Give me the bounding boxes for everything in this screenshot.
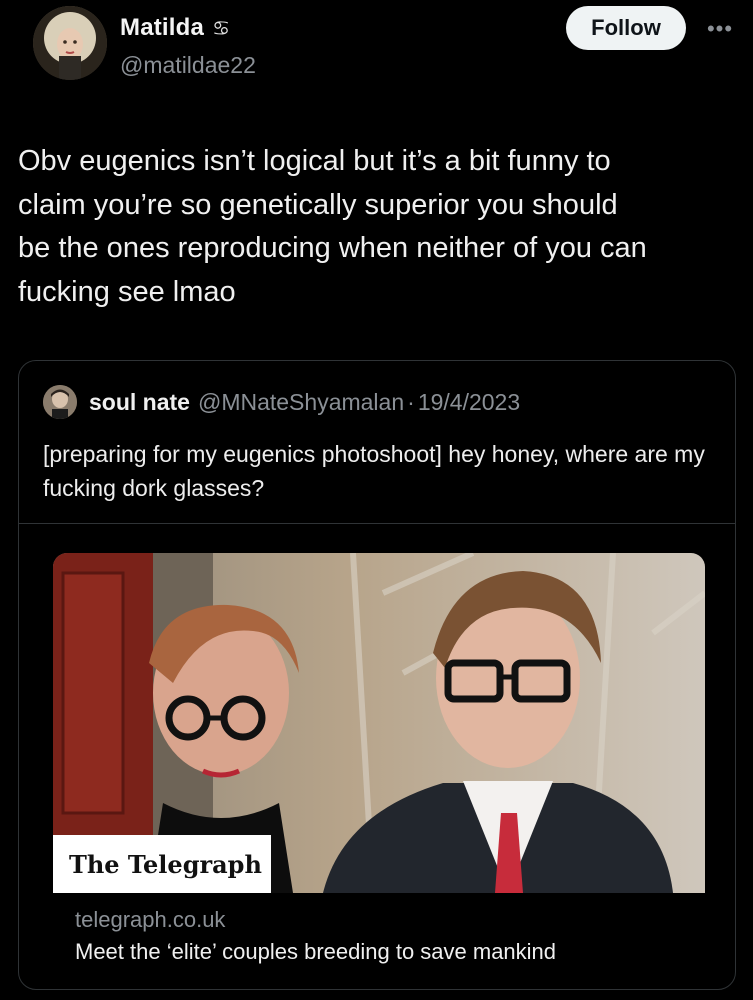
link-preview-card[interactable]: The Telegraph telegraph.co.uk Meet the ‘… — [53, 553, 705, 973]
author-name-row: Matilda ♋ — [120, 14, 230, 42]
quoted-author-handle[interactable]: @MNateShyamalan — [198, 389, 404, 416]
link-domain: telegraph.co.uk — [75, 907, 226, 932]
tweet-header: Matilda ♋ @matildae22 Follow ••• — [0, 0, 753, 100]
publisher-badge: The Telegraph — [53, 835, 271, 893]
quoted-tweet-text: [preparing for my eugenics photoshoot] h… — [43, 441, 705, 501]
cancer-zodiac-icon: ♋ — [212, 17, 231, 40]
author-avatar-image — [33, 6, 107, 80]
follow-button[interactable]: Follow — [566, 6, 686, 50]
quoted-separator: · — [407, 388, 415, 415]
more-horizontal-icon[interactable]: ••• — [700, 14, 740, 44]
quoted-date[interactable]: 19/4/2023 — [418, 389, 520, 416]
quoted-tweet-card[interactable]: soul nate @MNateShyamalan · 19/4/2023 [p… — [18, 360, 736, 990]
quoted-author-avatar[interactable] — [43, 385, 77, 419]
quoted-divider — [19, 523, 735, 524]
author-handle[interactable]: @matildae22 — [120, 52, 256, 79]
quoted-author-name[interactable]: soul nate — [89, 389, 190, 416]
quoted-author-avatar-image — [43, 385, 77, 419]
tweet-text: Obv eugenics isn’t logical but it’s a bi… — [18, 145, 647, 308]
author-display-name[interactable]: Matilda — [120, 14, 204, 42]
link-preview-image[interactable]: The Telegraph — [53, 553, 705, 893]
author-avatar[interactable] — [33, 6, 107, 80]
quoted-tweet-header: soul nate @MNateShyamalan · 19/4/2023 — [43, 385, 520, 419]
link-title[interactable]: Meet the ‘elite’ couples breeding to sav… — [75, 939, 556, 965]
